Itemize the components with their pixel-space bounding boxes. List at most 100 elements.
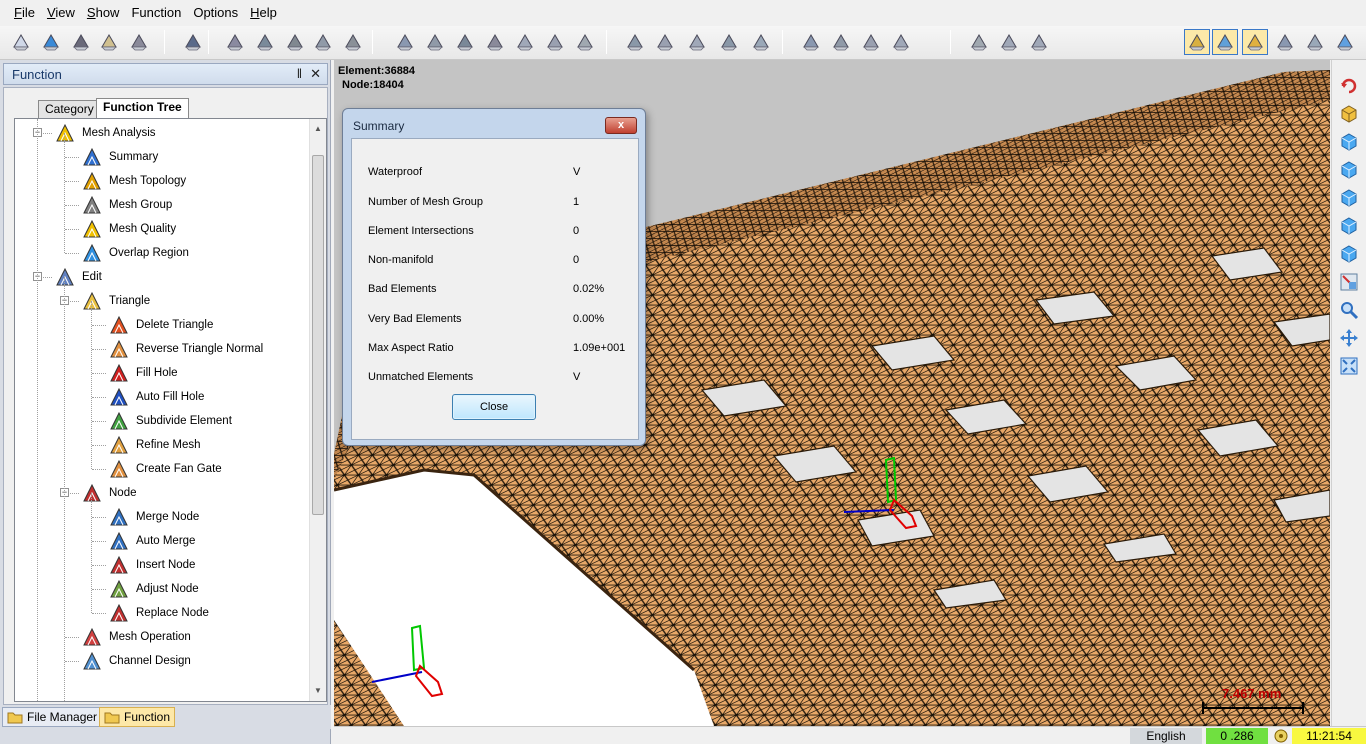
solid-view-icon[interactable] [1242,29,1268,55]
gate-icon[interactable] [996,29,1022,55]
topology-icon[interactable] [252,29,278,55]
operation-icon[interactable] [798,29,824,55]
tree-item-adjust-node[interactable]: Adjust Node [108,578,199,600]
box-icon[interactable] [1026,29,1052,55]
open-folder-icon[interactable] [96,29,122,55]
tree-connector [65,637,79,638]
tree-item-replace-node[interactable]: Replace Node [108,602,209,624]
ruler-icon[interactable] [888,29,914,55]
menu-file[interactable]: File [8,0,41,26]
menu-options[interactable]: Options [187,0,244,26]
tree-item-reverse-triangle-normal[interactable]: Reverse Triangle Normal [108,338,263,360]
cube-icon[interactable] [1302,29,1328,55]
top-view-icon[interactable] [1337,186,1361,210]
tree-item-refine-mesh[interactable]: Refine Mesh [108,434,201,456]
tab-function-tree[interactable]: Function Tree [96,98,189,118]
grid-icon[interactable] [966,29,992,55]
tree-item-overlap-region[interactable]: Overlap Region [81,242,189,264]
dialog-close-icon[interactable]: x [605,117,637,134]
tree-item-merge-node[interactable]: Merge Node [108,506,199,528]
fill-icon[interactable] [452,29,478,55]
front-view-icon[interactable] [1337,130,1361,154]
new-file-icon[interactable] [8,29,34,55]
tree-item-mesh-analysis[interactable]: Mesh Analysis [54,122,156,144]
pin-icon[interactable]: ‖ [297,66,302,82]
tree-item-mesh-group[interactable]: Mesh Group [81,194,172,216]
tree-item-create-fan-gate[interactable]: Create Fan Gate [108,458,222,480]
tab-function[interactable]: Function [99,707,176,727]
more-cube-icon[interactable] [1332,29,1358,55]
replace-icon[interactable] [748,29,774,55]
tree-item-label: Auto Fill Hole [136,391,205,403]
side-view-icon[interactable] [1337,242,1361,266]
channel-design-icon [81,650,103,672]
visibility-eye-icon[interactable] [282,29,308,55]
auto-fill-icon[interactable] [482,29,508,55]
mesh-check-icon[interactable] [310,29,336,55]
summary-row: Number of Mesh Group 1 [368,195,638,209]
panel-body: Category Function Tree Mesh Analysis − Sum… [3,87,328,705]
toolbar-separator [782,30,783,54]
tree-item-fill-hole[interactable]: Fill Hole [108,362,178,384]
extrude-icon[interactable] [858,29,884,55]
tree-item-auto-fill-hole[interactable]: Auto Fill Hole [108,386,204,408]
tree-item-channel-design[interactable]: Channel Design [81,650,191,672]
scroll-up-icon[interactable]: ▲ [310,121,326,137]
delete-element-icon[interactable] [392,29,418,55]
bottom-view-icon[interactable] [1337,214,1361,238]
iso-view-icon[interactable] [1337,102,1361,126]
menu-function[interactable]: Function [125,0,187,26]
scroll-thumb[interactable] [312,155,324,515]
import-icon[interactable] [38,29,64,55]
tree-item-label: Channel Design [109,655,191,667]
tree-item-summary[interactable]: Summary [81,146,158,168]
summary-value: V [573,166,581,178]
subdivide-icon[interactable] [512,29,538,55]
fit-all-icon[interactable] [1337,354,1361,378]
camera-icon[interactable] [340,29,366,55]
channel-icon[interactable] [828,29,854,55]
wire-cube-icon[interactable] [1212,29,1238,55]
menu-help[interactable]: Help [244,0,283,26]
fan-gate-icon[interactable] [572,29,598,55]
gear-cube-icon[interactable] [1272,29,1298,55]
reverse-icon[interactable] [422,29,448,55]
overlap-region-icon [81,242,103,264]
tree-item-subdivide-element[interactable]: Subdivide Element [108,410,232,432]
back-view-icon[interactable] [1337,158,1361,182]
tab-category[interactable]: Category [38,100,101,118]
summary-value: V [573,371,581,383]
undo-icon[interactable] [180,29,206,55]
adjust-node-icon [108,578,130,600]
tab-file-manager[interactable]: File Manager [2,707,103,727]
shaded-cube-icon[interactable] [1184,29,1210,55]
tree-item-edit[interactable]: Edit [54,266,102,288]
toolbar-separator [950,30,951,54]
pan-icon[interactable] [1337,326,1361,350]
adjust-icon[interactable] [716,29,742,55]
fit-view-icon[interactable] [1337,270,1361,294]
mesh-view-icon[interactable] [222,29,248,55]
merge-icon[interactable] [622,29,648,55]
tree-item-mesh-operation[interactable]: Mesh Operation [81,626,191,648]
tree-item-delete-triangle[interactable]: Delete Triangle [108,314,213,336]
tree-item-auto-merge[interactable]: Auto Merge [108,530,195,552]
tree-item-mesh-quality[interactable]: Mesh Quality [81,218,176,240]
tree-item-node[interactable]: Node [81,482,137,504]
auto-merge-icon[interactable] [652,29,678,55]
tree-item-mesh-topology[interactable]: Mesh Topology [81,170,186,192]
scroll-down-icon[interactable]: ▼ [310,683,326,699]
close-button[interactable]: Close [452,394,536,420]
menu-view[interactable]: View [41,0,81,26]
insert-icon[interactable] [684,29,710,55]
panel-close-icon[interactable]: ✕ [310,66,321,82]
refine-icon[interactable] [542,29,568,55]
save-icon[interactable] [68,29,94,55]
tree-item-insert-node[interactable]: Insert Node [108,554,195,576]
tree-scrollbar[interactable]: ▲ ▼ [309,119,326,701]
zoom-icon[interactable] [1337,298,1361,322]
menu-show[interactable]: Show [81,0,126,26]
tree-list-icon[interactable] [126,29,152,55]
mesh-quality-icon [81,218,103,240]
rotate-icon[interactable] [1337,74,1361,98]
